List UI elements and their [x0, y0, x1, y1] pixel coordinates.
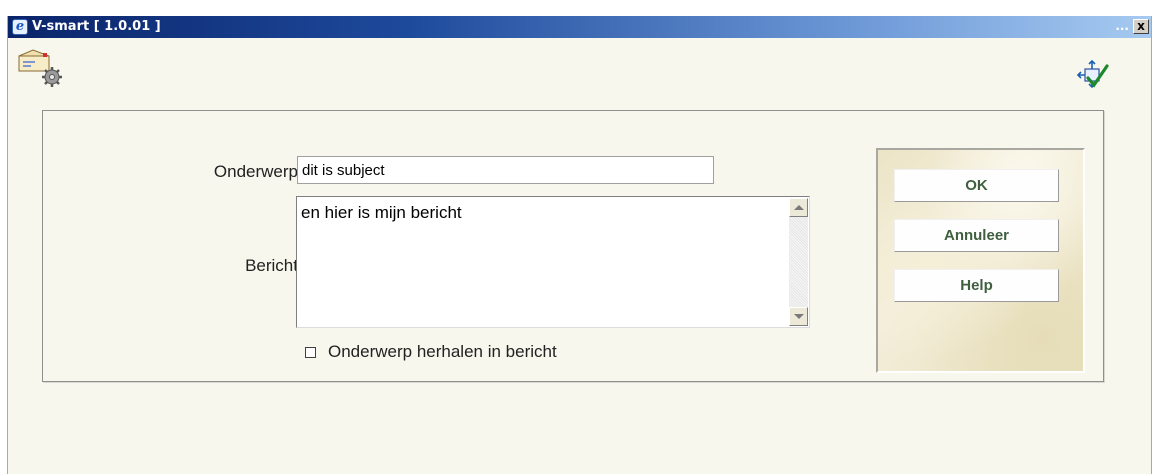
ok-button[interactable]: OK — [894, 169, 1059, 202]
message-textarea[interactable]: en hier is mijn bericht — [296, 196, 810, 328]
repeat-subject-label: Onderwerp herhalen in bericht — [328, 342, 557, 361]
confirm-checkmark-icon[interactable] — [1076, 59, 1110, 93]
title-dots: ... — [1115, 19, 1129, 33]
scroll-down-button[interactable] — [789, 307, 808, 326]
close-button[interactable]: x — [1133, 19, 1149, 34]
mail-settings-icon — [18, 49, 62, 87]
message-text: en hier is mijn bericht — [301, 203, 462, 222]
arrow-down-icon — [794, 314, 804, 319]
subject-label: Onderwerp — [213, 162, 298, 181]
subject-input[interactable] — [297, 156, 714, 184]
cancel-button[interactable]: Annuleer — [894, 219, 1059, 252]
browser-icon: e — [12, 19, 28, 35]
vertical-scrollbar[interactable] — [789, 198, 808, 326]
arrow-up-icon — [794, 205, 804, 210]
message-label: Bericht — [245, 256, 298, 275]
scroll-up-button[interactable] — [789, 198, 808, 217]
help-button[interactable]: Help — [894, 269, 1059, 302]
title-bar: e V-smart [ 1.0.01 ] ... x — [8, 16, 1151, 38]
button-panel: OK Annuleer Help — [876, 148, 1085, 373]
window-title: V-smart [ 1.0.01 ] — [32, 19, 161, 34]
message-form-panel: Onderwerp Bericht en hier is mijn berich… — [42, 110, 1104, 382]
repeat-subject-checkbox[interactable] — [305, 347, 316, 358]
